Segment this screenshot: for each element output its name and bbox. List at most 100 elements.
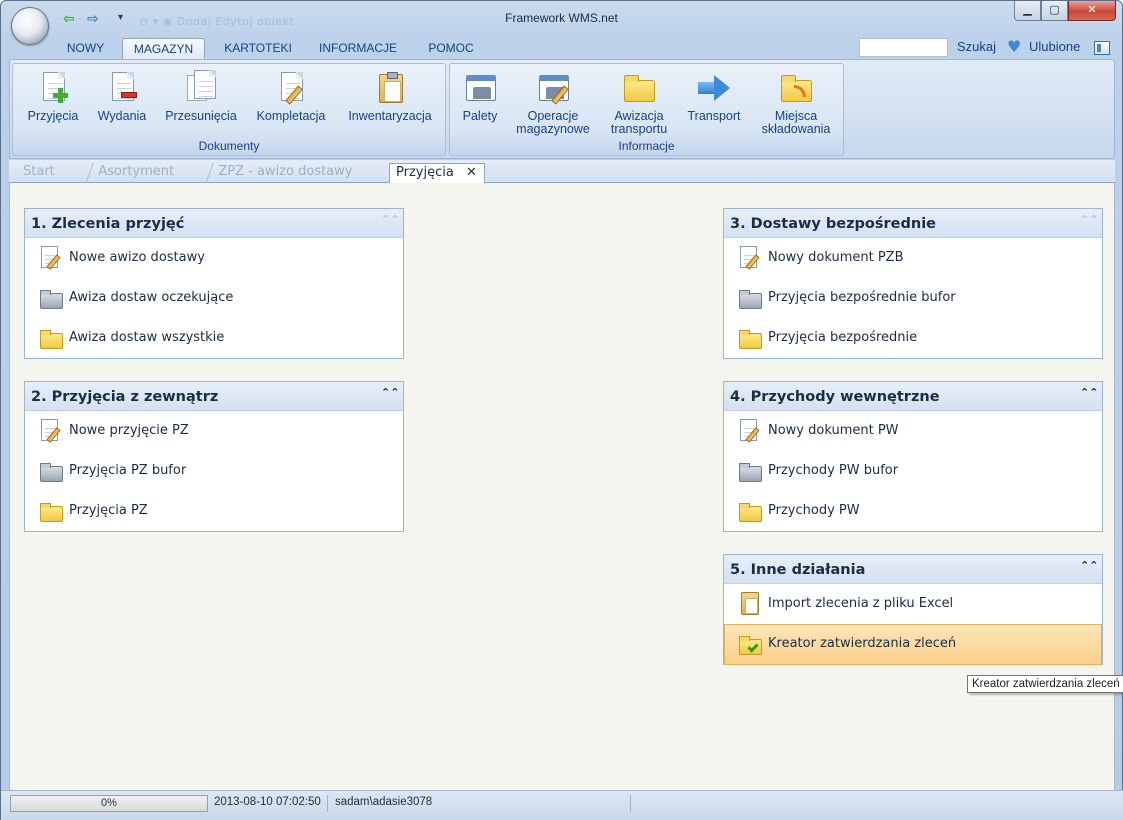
gray-folder-icon: [39, 459, 65, 483]
doc-tab-asortyment[interactable]: Asortyment: [85, 163, 211, 183]
panel-inne-dzialania: 5. Inne działania ⌃⌃ Import zlecenia z p…: [723, 554, 1103, 665]
arrow-right-icon: [698, 71, 730, 105]
panel-przyjecia-z-zewnatrz: 2. Przyjęcia z zewnątrz ⌃⌃ Nowe przyjęci…: [24, 381, 404, 532]
operacje-magazynowe-button[interactable]: Operacje magazynowe: [508, 67, 598, 136]
group-informacje: Palety Operacje magazynowe Awizacja tran…: [449, 63, 844, 156]
content-area: 1. Zlecenia przyjęć ⌃⌃ Nowe awizo dostaw…: [9, 183, 1115, 790]
ribbon: Przyjęcia Wydania Przesunięcia Kompletac…: [9, 59, 1115, 159]
panel-header: 2. Przyjęcia z zewnątrz ⌃⌃: [25, 382, 403, 411]
document-edit-icon: [738, 419, 764, 443]
group-dokumenty: Przyjęcia Wydania Przesunięcia Kompletac…: [12, 63, 446, 156]
document-edit-icon: [39, 246, 65, 270]
gray-folder-icon: [738, 286, 764, 310]
list-item-przychody-pw-bufor[interactable]: Przychody PW bufor: [724, 451, 1102, 491]
panel-header: 4. Przychody wewnętrzne ⌃⌃: [724, 382, 1102, 411]
list-item-nowy-dokument-pzb[interactable]: Nowy dokument PZB: [724, 238, 1102, 278]
collapse-icon[interactable]: ⌃⌃: [1080, 214, 1098, 225]
panel-title: 4. Przychody wewnętrzne: [730, 389, 940, 405]
calendar-icon: [464, 71, 496, 105]
panel-zlecenia-przyjec: 1. Zlecenia przyjęć ⌃⌃ Nowe awizo dostaw…: [24, 208, 404, 359]
tab-informacje[interactable]: INFORMACJE: [309, 38, 407, 60]
collapse-icon[interactable]: ⌃⌃: [381, 214, 399, 225]
document-remove-icon: [106, 71, 138, 105]
gray-folder-icon: [39, 286, 65, 310]
panel-dostawy-bezposrednie: 3. Dostawy bezpośrednie ⌃⌃ Nowy dokument…: [723, 208, 1103, 359]
panel-header: 5. Inne działania ⌃⌃: [724, 555, 1102, 584]
list-item-awiza-wszystkie[interactable]: Awiza dostaw wszystkie: [25, 318, 403, 358]
folder-icon: [39, 326, 65, 350]
list-item-nowy-dokument-pw[interactable]: Nowy dokument PW: [724, 411, 1102, 451]
document-edit-icon: [738, 246, 764, 270]
list-item-import-excel[interactable]: Import zlecenia z pliku Excel: [724, 584, 1102, 624]
collapse-icon[interactable]: ⌃⌃: [381, 387, 399, 398]
przesuniecia-button[interactable]: Przesunięcia: [160, 67, 242, 123]
doc-tab-label: Przyjęcia: [396, 165, 454, 180]
tab-pomoc[interactable]: POMOC: [415, 38, 487, 60]
list-item-przyjecia-bezposrednie-bufor[interactable]: Przyjęcia bezpośrednie bufor: [724, 278, 1102, 318]
list-item-nowe-przyjecie-pz[interactable]: Nowe przyjęcie PZ: [25, 411, 403, 451]
doc-tab-zpz-awizo[interactable]: ZPZ - awizo dostawy: [205, 163, 393, 183]
dock-panel-icon[interactable]: [1094, 41, 1110, 55]
tooltip: Kreator zatwierdzania zleceń: [967, 675, 1123, 693]
panel-przychody-wewnetrzne: 4. Przychody wewnętrzne ⌃⌃ Nowy dokument…: [723, 381, 1103, 532]
folder-icon: [738, 499, 764, 523]
awizacja-transportu-button[interactable]: Awizacja transportu: [600, 67, 678, 136]
folder-rss-icon: [780, 71, 812, 105]
title-bar: ⇦ ⇨ ▾ ⊖ ▾ ◉ Dodaj Edytuj obiekt Framewor…: [1, 1, 1122, 45]
status-user: sadam\adasie3078: [331, 795, 631, 812]
kompletacja-button[interactable]: Kompletacja: [250, 67, 332, 123]
group-label-informacje: Informacje: [618, 139, 675, 153]
tab-nowy[interactable]: NOWY: [57, 38, 114, 60]
list-item-awiza-oczekujace[interactable]: Awiza dostaw oczekujące: [25, 278, 403, 318]
collapse-icon[interactable]: ⌃⌃: [1080, 560, 1098, 571]
minimize-button[interactable]: ▁: [1014, 1, 1041, 21]
list-item-przychody-pw[interactable]: Przychody PW: [724, 491, 1102, 531]
doc-tab-start[interactable]: Start: [21, 163, 87, 183]
maximize-button[interactable]: ▢: [1041, 1, 1068, 21]
window-title: Framework WMS.net: [505, 11, 618, 25]
folder-icon: [738, 326, 764, 350]
calendar-edit-icon: [537, 71, 569, 105]
close-tab-icon[interactable]: ✕: [466, 165, 477, 180]
search-input[interactable]: [859, 38, 948, 57]
clipboard-icon: [374, 71, 406, 105]
transport-button[interactable]: Transport: [680, 67, 748, 123]
gray-folder-icon: [738, 459, 764, 483]
panel-title: 2. Przyjęcia z zewnątrz: [31, 389, 219, 405]
app-window: ⇦ ⇨ ▾ ⊖ ▾ ◉ Dodaj Edytuj obiekt Framewor…: [0, 0, 1123, 820]
close-button[interactable]: ✕: [1068, 1, 1116, 21]
folder-icon: [623, 71, 655, 105]
inwentaryzacja-button[interactable]: Inwentaryzacja: [341, 67, 439, 123]
panel-header: 1. Zlecenia przyjęć ⌃⌃: [25, 209, 403, 238]
clipboard-icon: [738, 592, 764, 616]
przyjecia-button[interactable]: Przyjęcia: [22, 67, 84, 123]
folder-check-icon: [738, 632, 764, 656]
palety-button[interactable]: Palety: [456, 67, 504, 123]
tab-magazyn[interactable]: MAGAZYN: [122, 38, 205, 61]
list-item-przyjecia-pz[interactable]: Przyjęcia PZ: [25, 491, 403, 531]
document-edit-icon: [39, 419, 65, 443]
panel-title: 5. Inne działania: [730, 562, 866, 578]
tab-kartoteki[interactable]: KARTOTEKI: [214, 38, 302, 60]
document-add-icon: [37, 71, 69, 105]
miejsca-skladowania-button[interactable]: Miejsca składowania: [754, 67, 838, 136]
favorites-button[interactable]: Ulubione: [1029, 39, 1080, 54]
status-bar: 0% 2013-08-10 07:02:50 sadam\adasie3078: [1, 790, 1123, 820]
heart-icon[interactable]: ♥: [1007, 39, 1021, 55]
search-button[interactable]: Szukaj: [957, 39, 996, 54]
document-edit-icon: [275, 71, 307, 105]
progress-bar: 0%: [10, 795, 208, 812]
list-item-nowe-awizo[interactable]: Nowe awizo dostawy: [25, 238, 403, 278]
list-item-przyjecia-pz-bufor[interactable]: Przyjęcia PZ bufor: [25, 451, 403, 491]
wydania-button[interactable]: Wydania: [92, 67, 152, 123]
list-item-przyjecia-bezposrednie[interactable]: Przyjęcia bezpośrednie: [724, 318, 1102, 358]
doc-tab-przyjecia[interactable]: Przyjęcia ✕: [389, 163, 485, 184]
status-datetime: 2013-08-10 07:02:50: [210, 795, 328, 812]
folder-icon: [39, 499, 65, 523]
list-item-kreator-zatwierdzania[interactable]: Kreator zatwierdzania zleceń: [724, 624, 1102, 665]
documents-icon: [185, 70, 217, 105]
group-label-dokumenty: Dokumenty: [198, 139, 260, 153]
collapse-icon[interactable]: ⌃⌃: [1080, 387, 1098, 398]
application-menu-button[interactable]: [11, 7, 49, 45]
panel-title: 1. Zlecenia przyjęć: [31, 216, 185, 232]
